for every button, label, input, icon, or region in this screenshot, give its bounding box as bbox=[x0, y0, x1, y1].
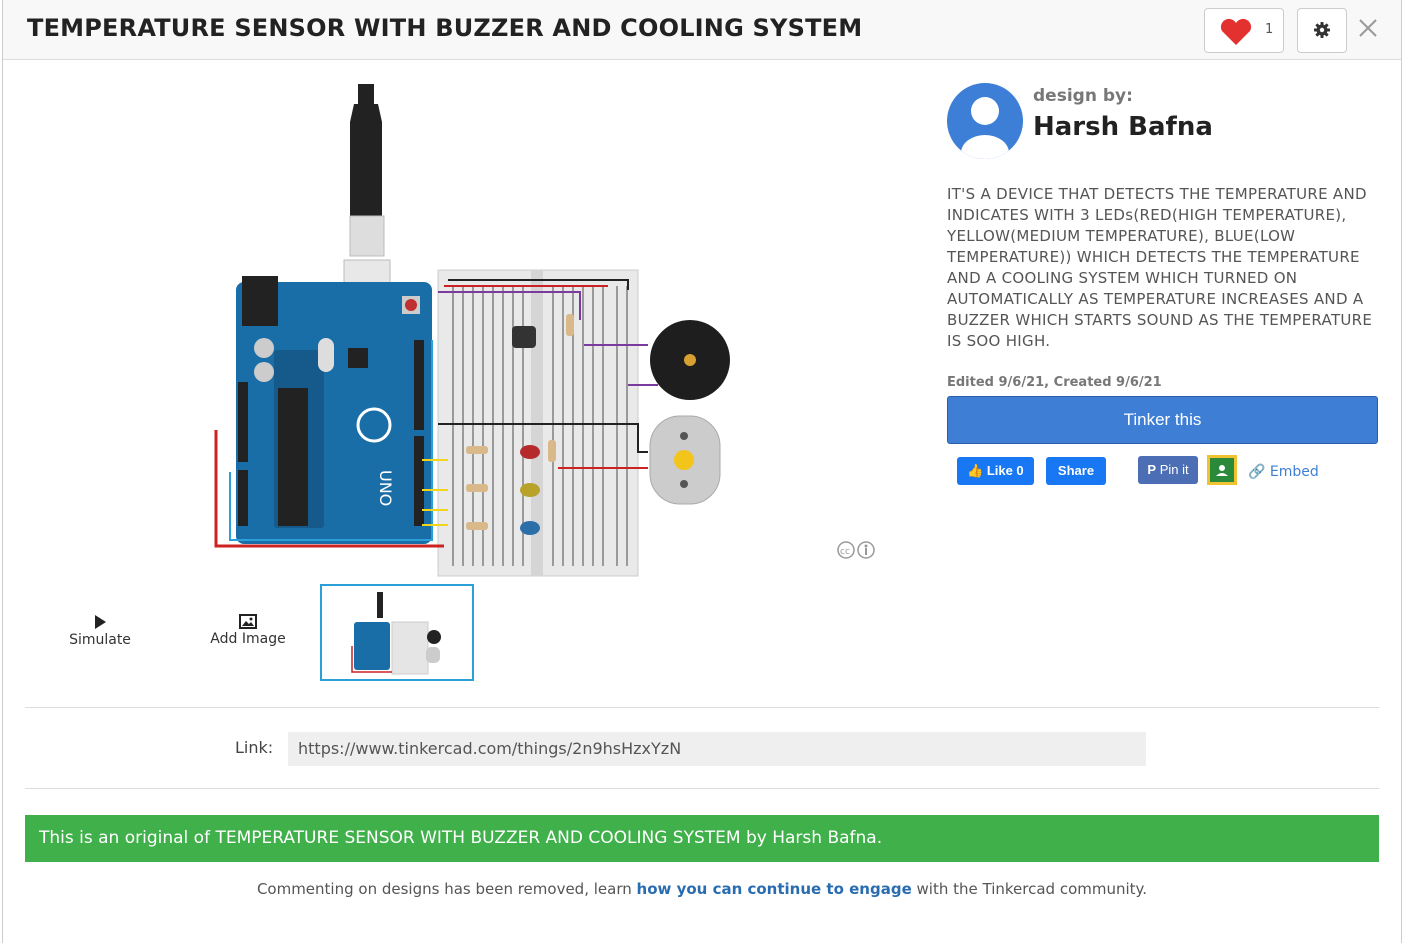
design-modal: TEMPERATURE SENSOR WITH BUZZER AND COOLI… bbox=[2, 0, 1402, 943]
comment-notice-before: Commenting on designs has been removed, … bbox=[256, 880, 637, 898]
original-notice-text: This is an original of TEMPERATURE SENSO… bbox=[39, 828, 883, 848]
thumbnail-preview bbox=[351, 592, 441, 675]
user-icon bbox=[961, 97, 1009, 159]
facebook-share-button[interactable]: Share bbox=[1046, 457, 1106, 485]
edited-date: Edited 9/6/21, Created 9/6/21 bbox=[947, 375, 1162, 390]
comment-notice: Commenting on designs has been removed, … bbox=[3, 880, 1401, 898]
link-icon: 🔗 bbox=[1248, 464, 1266, 480]
heart-icon bbox=[1220, 18, 1252, 45]
add-image-label: Add Image bbox=[210, 631, 286, 647]
svg-text:UNO: UNO bbox=[376, 470, 395, 506]
embed-link[interactable]: 🔗 Embed bbox=[1248, 464, 1319, 480]
design-title: TEMPERATURE SENSOR WITH BUZZER AND COOLI… bbox=[27, 14, 863, 42]
design-description: IT'S A DEVICE THAT DETECTS THE TEMPERATU… bbox=[947, 185, 1373, 350]
like-count: 1 bbox=[1265, 22, 1274, 37]
pinterest-pin-button[interactable]: P Pin it bbox=[1138, 456, 1198, 484]
add-image-button[interactable]: Add Image bbox=[203, 614, 293, 647]
share-link-input[interactable] bbox=[288, 732, 1146, 766]
pin-it-label: Pin it bbox=[1159, 462, 1189, 477]
comment-notice-after: with the Tinkercad community. bbox=[911, 880, 1148, 898]
svg-text:cc: cc bbox=[840, 547, 850, 557]
simulate-button[interactable]: Simulate bbox=[65, 614, 135, 648]
link-label: Link: bbox=[235, 738, 274, 757]
facebook-like-button[interactable]: 👍 Like 0 bbox=[957, 457, 1034, 485]
like-button[interactable]: 1 bbox=[1204, 8, 1284, 53]
divider bbox=[25, 788, 1379, 789]
image-icon bbox=[239, 614, 257, 629]
google-classroom-button[interactable] bbox=[1207, 455, 1237, 485]
facebook-like-label: Like 0 bbox=[986, 463, 1024, 478]
divider bbox=[25, 707, 1379, 708]
gear-icon bbox=[1314, 22, 1330, 38]
play-icon bbox=[95, 615, 106, 629]
design-by-label: design by: bbox=[1033, 86, 1133, 106]
original-notice-banner: This is an original of TEMPERATURE SENSO… bbox=[25, 815, 1379, 862]
settings-button[interactable] bbox=[1297, 8, 1347, 53]
tinker-this-button[interactable]: Tinker this bbox=[947, 396, 1378, 444]
circuit-preview-image[interactable]: UNO bbox=[208, 80, 738, 580]
modal-header: TEMPERATURE SENSOR WITH BUZZER AND COOLI… bbox=[3, 0, 1401, 60]
avatar[interactable] bbox=[947, 83, 1023, 159]
creative-commons-icon: cc bbox=[837, 541, 875, 559]
author-name[interactable]: Harsh Bafna bbox=[1033, 112, 1213, 142]
simulate-label: Simulate bbox=[69, 632, 131, 648]
classroom-icon bbox=[1212, 460, 1232, 480]
pinterest-icon: P bbox=[1147, 462, 1157, 477]
thumbnail-image[interactable] bbox=[320, 584, 474, 681]
thumbs-up-icon: 👍 bbox=[967, 463, 984, 478]
engage-link[interactable]: how you can continue to engage bbox=[637, 880, 912, 898]
embed-label: Embed bbox=[1269, 464, 1319, 480]
close-icon[interactable] bbox=[1357, 17, 1379, 39]
